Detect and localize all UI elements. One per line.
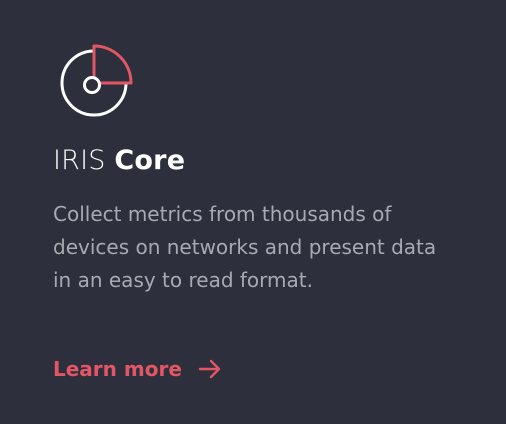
arrow-right-icon [198, 359, 221, 379]
radar-chart-icon [60, 44, 133, 117]
title-product: Core [114, 145, 186, 176]
title-brand: IRIS [53, 145, 106, 176]
product-title: IRIS Core [53, 143, 185, 179]
product-card: IRIS Core Collect metrics from thousands… [0, 0, 506, 424]
product-description: Collect metrics from thousands of device… [53, 202, 437, 292]
learn-more-link[interactable]: Learn more [53, 354, 222, 384]
learn-more-label: Learn more [53, 357, 182, 381]
